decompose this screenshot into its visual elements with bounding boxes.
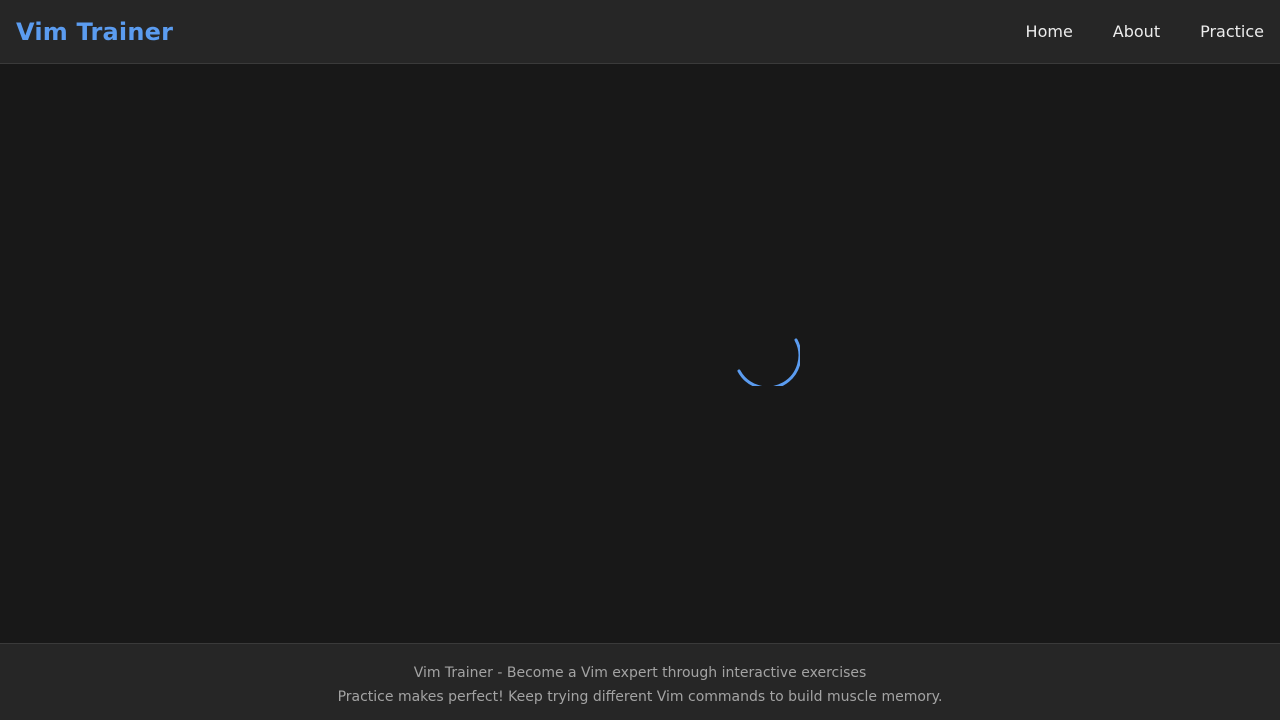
nav-practice-link[interactable]: Practice xyxy=(1200,22,1264,41)
brand-logo-link[interactable]: Vim Trainer xyxy=(16,18,173,46)
footer-tip: Practice makes perfect! Keep trying diff… xyxy=(337,689,943,705)
app-root: Vim Trainer Home About Practice Vim Trai… xyxy=(0,0,1280,720)
nav-home-link[interactable]: Home xyxy=(1026,22,1073,41)
footer-tagline: Vim Trainer - Become a Vim expert throug… xyxy=(413,665,867,681)
nav-about-link[interactable]: About xyxy=(1113,22,1160,41)
main-nav: Home About Practice xyxy=(986,22,1264,41)
main-content xyxy=(0,64,1280,643)
top-header: Vim Trainer Home About Practice xyxy=(0,0,1280,64)
page-footer: Vim Trainer - Become a Vim expert throug… xyxy=(0,643,1280,720)
loading-spinner-icon xyxy=(737,338,800,386)
